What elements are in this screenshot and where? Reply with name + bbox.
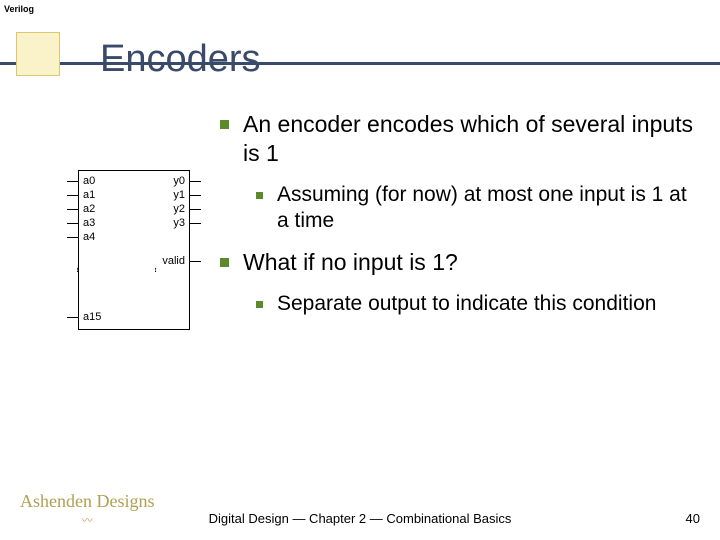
bullet-level1: An encoder encodes which of several inpu…	[220, 110, 700, 168]
bullet-level2: Assuming (for now) at most one input is …	[256, 182, 700, 235]
pin	[189, 181, 201, 182]
bullet-text: An encoder encodes which of several inpu…	[243, 110, 700, 168]
bullet-text: What if no input is 1?	[243, 248, 458, 277]
bullet-icon	[220, 258, 229, 267]
pin	[189, 209, 201, 210]
pin	[67, 237, 79, 238]
brand-label: Verilog	[4, 4, 34, 14]
encoder-box: a0 a1 a2 a3 a4 . . . a15 y0 y1 y2 y3 val…	[78, 170, 190, 330]
pin	[189, 195, 201, 196]
logo-text: Ashenden Designs	[20, 491, 154, 511]
output-label: y0	[173, 175, 185, 187]
bullet-text: Assuming (for now) at most one input is …	[277, 182, 700, 235]
bullet-level1: What if no input is 1?	[220, 248, 700, 277]
encoder-diagram: a0 a1 a2 a3 a4 . . . a15 y0 y1 y2 y3 val…	[66, 170, 192, 330]
bullet-icon	[220, 120, 229, 129]
pin	[189, 261, 201, 262]
input-label: a3	[83, 217, 95, 229]
input-label: a15	[83, 311, 101, 323]
pin	[67, 181, 79, 182]
content-area: An encoder encodes which of several inpu…	[220, 110, 700, 331]
ellipsis-icon: . . .	[152, 267, 163, 271]
bullet-level2: Separate output to indicate this conditi…	[256, 291, 700, 317]
slide-title: Encoders	[100, 38, 261, 81]
pin	[67, 317, 79, 318]
page-number: 40	[686, 511, 700, 526]
input-label: a0	[83, 175, 95, 187]
footer-text: Digital Design — Chapter 2 — Combination…	[0, 511, 720, 526]
pin	[189, 223, 201, 224]
title-bar: Encoders	[0, 20, 720, 86]
bullet-text: Separate output to indicate this conditi…	[277, 291, 656, 317]
output-label: y3	[173, 217, 185, 229]
pin	[67, 209, 79, 210]
output-label: valid	[162, 255, 185, 267]
output-label: y2	[173, 203, 185, 215]
input-label: a1	[83, 189, 95, 201]
ellipsis-icon: . . .	[74, 267, 85, 271]
bullet-icon	[256, 192, 263, 199]
bullet-icon	[256, 301, 263, 308]
title-accent-square	[16, 32, 60, 76]
pin	[67, 223, 79, 224]
input-label: a2	[83, 203, 95, 215]
input-label: a4	[83, 231, 95, 243]
pin	[67, 195, 79, 196]
output-label: y1	[173, 189, 185, 201]
